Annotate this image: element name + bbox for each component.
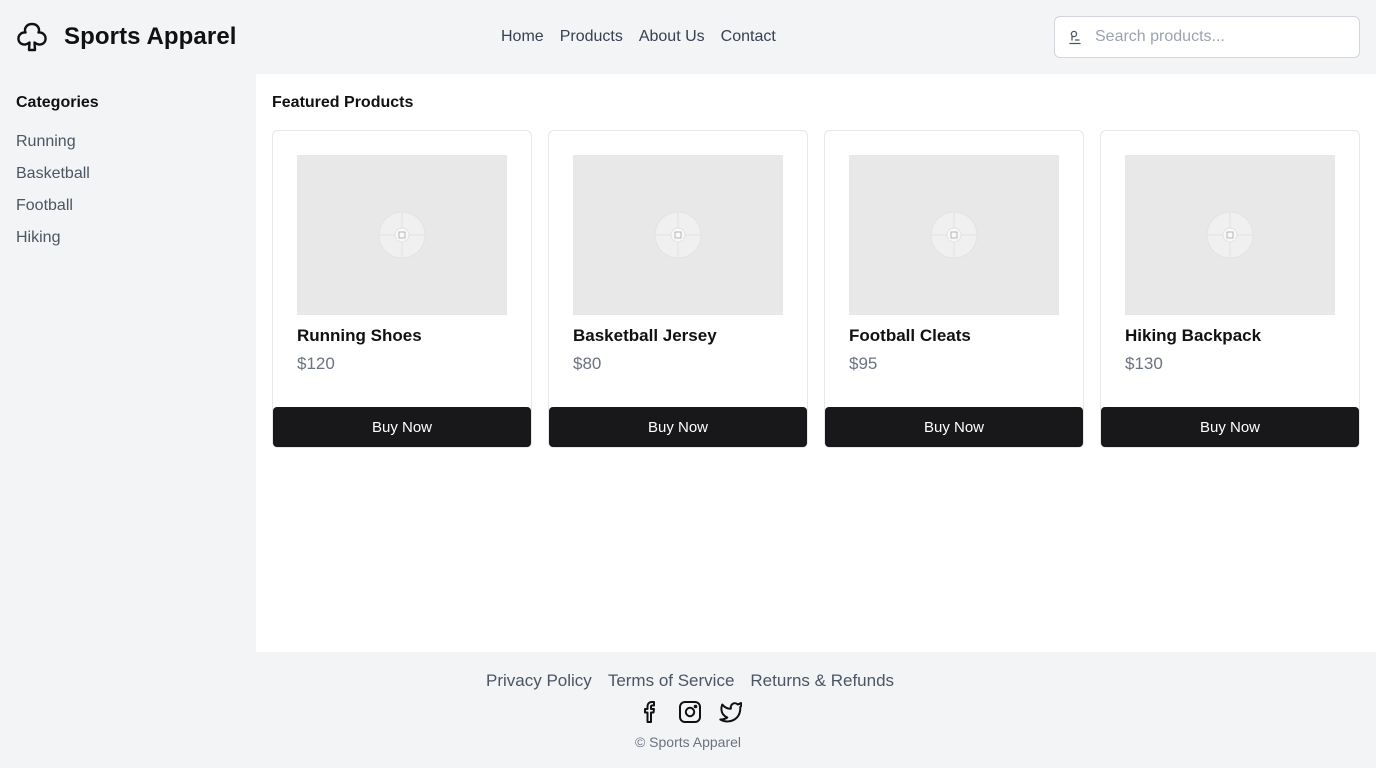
- category-list: Running Basketball Football Hiking: [16, 131, 90, 259]
- category-item-basketball[interactable]: Basketball: [16, 163, 90, 195]
- footer-link-privacy-policy[interactable]: Privacy Policy: [486, 670, 592, 692]
- sidebar-heading: Categories: [16, 94, 99, 111]
- product-price: $120: [297, 354, 335, 373]
- product-price: $80: [573, 354, 602, 373]
- nav-link-contact[interactable]: Contact: [721, 26, 776, 48]
- product-image-placeholder: [849, 155, 1059, 315]
- main-content: Featured Products Running Shoes $120 Buy…: [256, 74, 1376, 652]
- buy-now-button[interactable]: Buy Now: [273, 407, 531, 447]
- instagram-icon[interactable]: [678, 700, 702, 724]
- section-heading: Featured Products: [272, 94, 414, 111]
- search-input[interactable]: [1095, 25, 1345, 49]
- product-price: $130: [1125, 354, 1163, 373]
- product-image-placeholder: [573, 155, 783, 315]
- product-name: Hiking Backpack: [1125, 326, 1262, 345]
- main-nav: Home Products About Us Contact: [501, 26, 792, 48]
- site-footer: Privacy Policy Terms of Service Returns …: [0, 652, 1376, 768]
- social-links: [638, 700, 758, 724]
- nav-link-about-us[interactable]: About Us: [639, 26, 705, 48]
- image-placeholder-icon: [930, 211, 978, 259]
- category-item-football[interactable]: Football: [16, 195, 90, 227]
- product-card: Basketball Jersey $80 Buy Now: [548, 130, 808, 448]
- product-image-placeholder: [1125, 155, 1335, 315]
- product-name: Football Cleats: [849, 326, 971, 345]
- site-title: Sports Apparel: [64, 23, 237, 50]
- image-placeholder-icon: [378, 211, 426, 259]
- brand[interactable]: Sports Apparel: [16, 20, 237, 54]
- twitter-icon[interactable]: [718, 700, 743, 724]
- image-placeholder-icon: [654, 211, 702, 259]
- search-box[interactable]: [1054, 16, 1360, 58]
- buy-now-button[interactable]: Buy Now: [825, 407, 1083, 447]
- category-item-running[interactable]: Running: [16, 131, 90, 163]
- nav-link-products[interactable]: Products: [560, 26, 623, 48]
- buy-now-button[interactable]: Buy Now: [1101, 407, 1359, 447]
- product-card: Hiking Backpack $130 Buy Now: [1100, 130, 1360, 448]
- product-name: Basketball Jersey: [573, 326, 717, 345]
- site-header: Sports Apparel Home Products About Us Co…: [0, 0, 1376, 74]
- buy-now-button[interactable]: Buy Now: [549, 407, 807, 447]
- footer-link-returns-refunds[interactable]: Returns & Refunds: [750, 670, 894, 692]
- product-card: Running Shoes $120 Buy Now: [272, 130, 532, 448]
- cloud-icon: [16, 20, 48, 54]
- product-image-placeholder: [297, 155, 507, 315]
- product-name: Running Shoes: [297, 326, 422, 345]
- sidebar: Categories Running Basketball Football H…: [0, 74, 256, 652]
- footer-link-terms-of-service[interactable]: Terms of Service: [608, 670, 735, 692]
- product-price: $95: [849, 354, 878, 373]
- copyright-text: © Sports Apparel: [634, 734, 742, 750]
- product-card: Football Cleats $95 Buy Now: [824, 130, 1084, 448]
- nav-link-home[interactable]: Home: [501, 26, 544, 48]
- category-item-hiking[interactable]: Hiking: [16, 227, 90, 259]
- footer-links: Privacy Policy Terms of Service Returns …: [486, 670, 910, 692]
- image-placeholder-icon: [1206, 211, 1254, 259]
- search-icon: [1067, 29, 1083, 45]
- facebook-icon[interactable]: [638, 700, 662, 724]
